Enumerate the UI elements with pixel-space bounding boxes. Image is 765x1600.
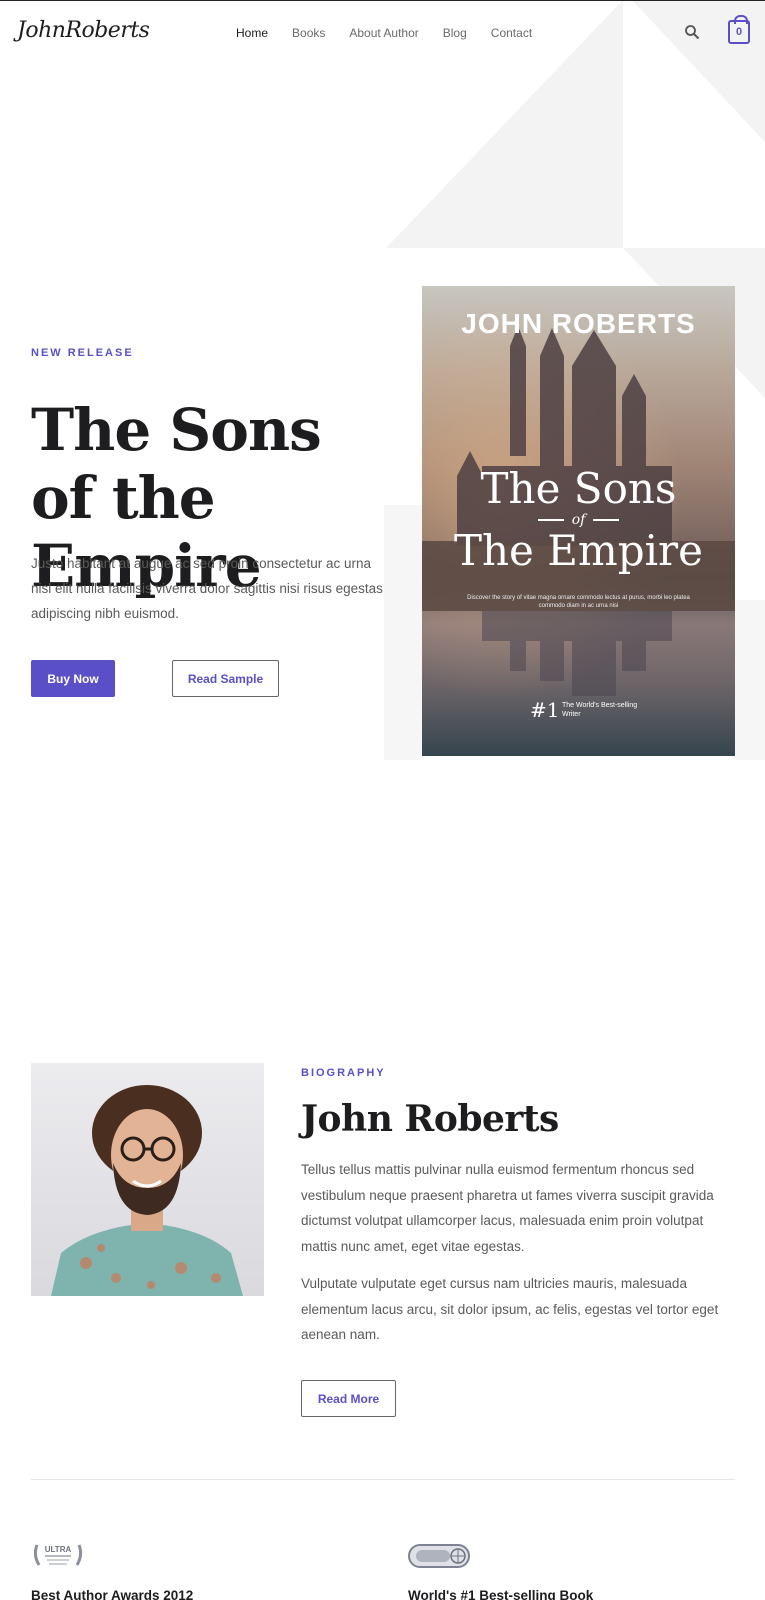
cover-rank: #1 [530, 698, 560, 722]
cart-button[interactable]: 0 [728, 15, 750, 44]
hero-description: Justo habitant at augue ac sed proin con… [31, 556, 383, 621]
site-logo[interactable]: JohnRoberts [17, 18, 150, 43]
author-portrait-illustration [51, 1085, 243, 1296]
hero-section: NEW RELEASE The Sons of the Empire Justo… [0, 0, 765, 760]
site-header: JohnRoberts Home Books About Author Blog… [0, 0, 765, 66]
award-title-2: World's #1 Best-selling Book [408, 1588, 594, 1600]
nav-about-author[interactable]: About Author [349, 26, 418, 40]
bio-name: John Roberts [301, 1098, 559, 1140]
nav-home[interactable]: Home [236, 26, 268, 40]
cover-title-line2: The Empire [453, 526, 703, 575]
laurel-badge-icon: ULTRA [33, 1544, 83, 1566]
hero-kicker: NEW RELEASE [31, 347, 134, 359]
cover-author: JOHN ROBERTS [461, 308, 696, 339]
author-photo [31, 1063, 264, 1296]
section-divider [31, 1479, 735, 1480]
search-icon[interactable] [684, 24, 700, 40]
top-border [0, 0, 765, 1]
read-sample-button[interactable]: Read Sample [172, 660, 279, 697]
book-cover[interactable]: JOHN ROBERTS The Sons of The Empire Disc… [422, 286, 735, 756]
bestseller-seal-icon [408, 1544, 470, 1568]
nav-blog[interactable]: Blog [443, 26, 467, 40]
cover-title-line1: The Sons [480, 464, 677, 513]
cart-count: 0 [735, 26, 743, 38]
nav-contact[interactable]: Contact [491, 26, 532, 40]
award-badge-text: ULTRA [45, 1545, 72, 1554]
cover-blurb: Discover the story of vitae magna ornare… [467, 595, 690, 609]
nav-books[interactable]: Books [292, 26, 325, 40]
read-more-button[interactable]: Read More [301, 1380, 396, 1417]
bio-paragraph-1: Tellus tellus mattis pulvinar nulla euis… [301, 1162, 714, 1254]
buy-now-button[interactable]: Buy Now [31, 660, 115, 697]
cover-rank-note: The World's Best-selling Writer [562, 702, 638, 718]
bio-kicker: BIOGRAPHY [301, 1067, 386, 1079]
award-title-1: Best Author Awards 2012 [31, 1588, 194, 1600]
main-nav: Home Books About Author Blog Contact [236, 26, 556, 40]
bio-paragraph-2: Vulputate vulputate eget cursus nam ultr… [301, 1276, 719, 1342]
